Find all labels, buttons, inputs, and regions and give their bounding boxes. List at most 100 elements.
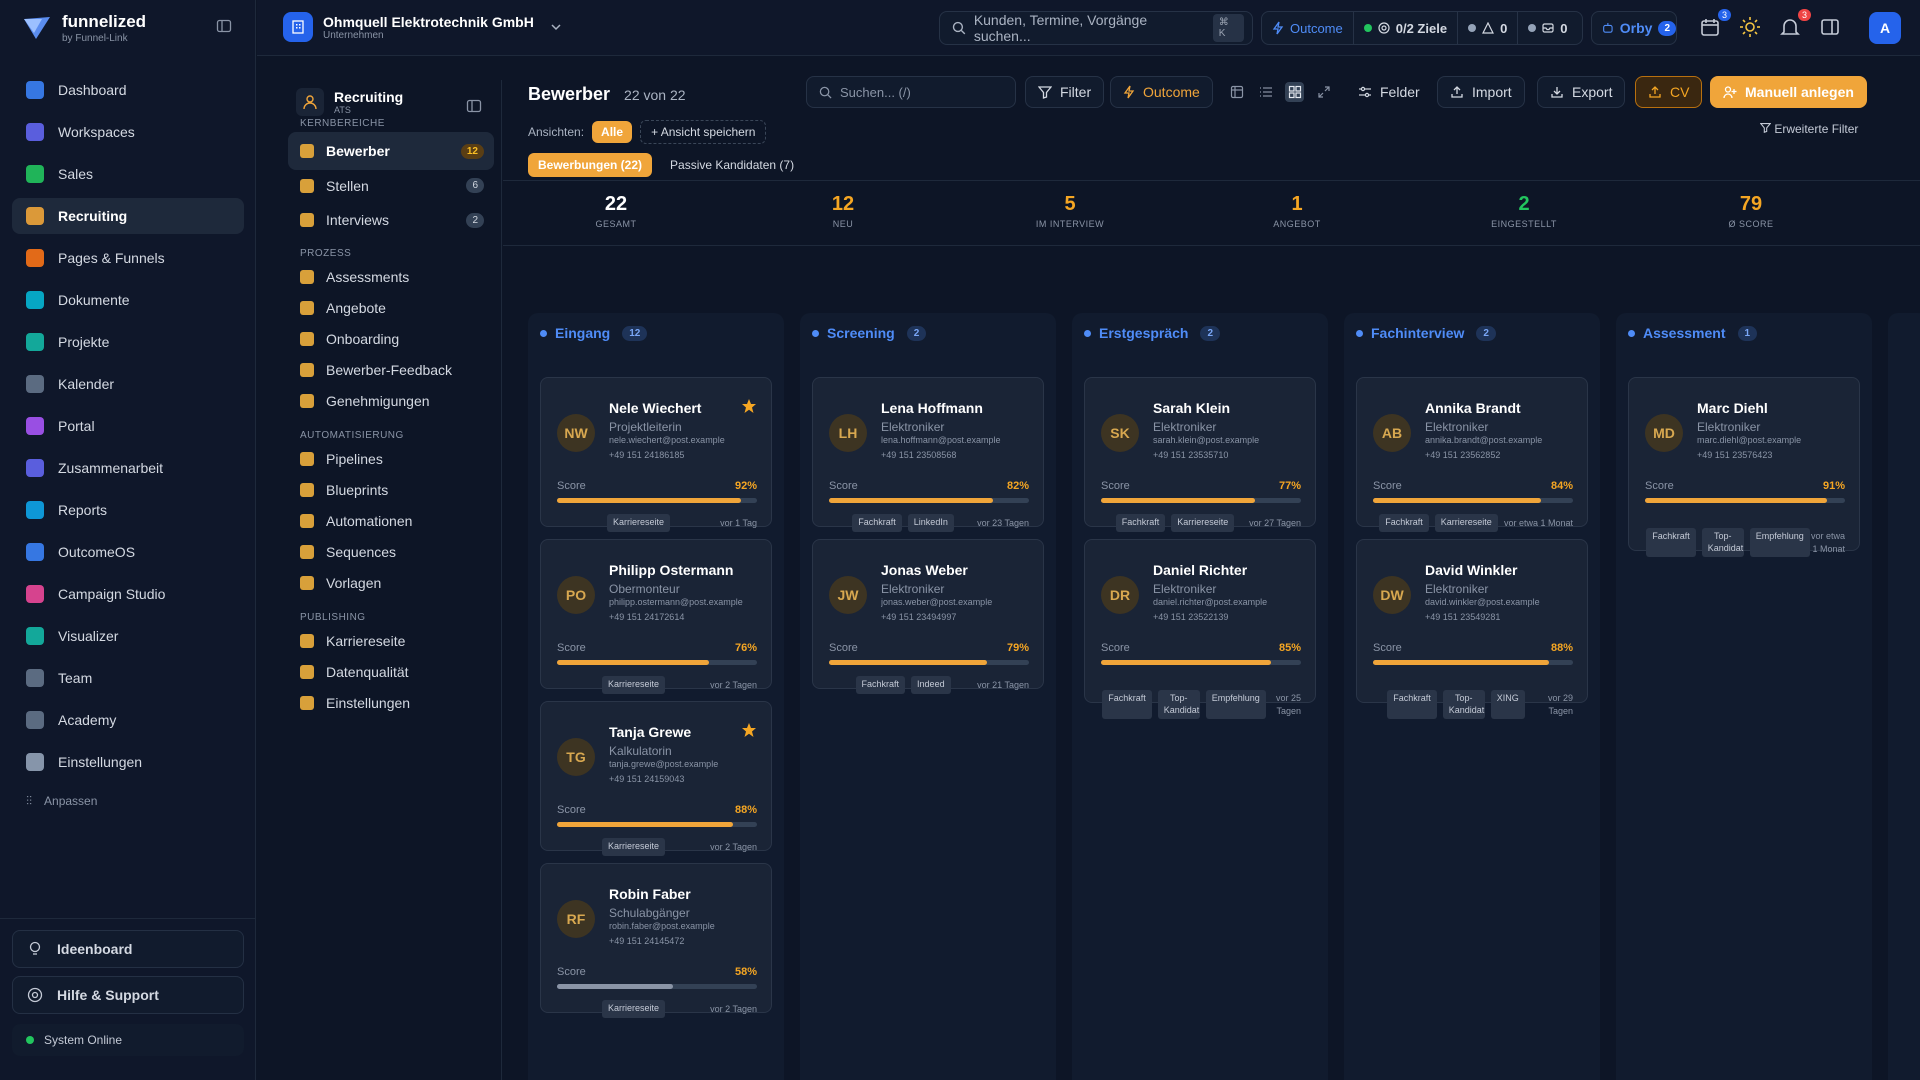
sidebar-item-sales[interactable]: Sales: [12, 156, 244, 192]
sidebar-item-zusammenarbeit[interactable]: Zusammenarbeit: [12, 450, 244, 486]
applicant-card[interactable]: TG Tanja Grewe Kalkulatorin tanja.grewe@pos…: [540, 701, 772, 856]
brand[interactable]: funnelized by Funnel-Link: [22, 10, 146, 46]
tag[interactable]: Karriereseite: [602, 838, 666, 856]
tag[interactable]: Empfehlung: [1749, 528, 1810, 558]
sidebar-item-projekte[interactable]: Projekte: [12, 324, 244, 360]
bell-icon[interactable]: [1779, 16, 1801, 38]
calendar-icon[interactable]: [1699, 16, 1721, 38]
applicant-name[interactable]: Philipp Ostermann: [609, 562, 733, 578]
tag[interactable]: Karriereseite: [607, 514, 671, 532]
tag[interactable]: Karriereseite: [602, 1000, 666, 1018]
cv-upload-button[interactable]: CV: [1635, 76, 1703, 108]
sidebar-item-einstellungen[interactable]: Einstellungen: [12, 744, 244, 780]
messages-button[interactable]: 0: [1518, 12, 1577, 44]
export-button[interactable]: Export: [1537, 76, 1626, 108]
create-applicant-button[interactable]: Manuell anlegen: [1710, 76, 1867, 108]
tab-passive-candidates[interactable]: Passive Kandidaten (7): [660, 153, 804, 177]
sidebar-item-recruiting[interactable]: Recruiting: [12, 198, 244, 234]
applicant-name[interactable]: Sarah Klein: [1153, 400, 1230, 416]
tab-applications[interactable]: Bewerbungen (22): [528, 153, 653, 177]
applicant-name[interactable]: David Winkler: [1425, 562, 1517, 578]
applicant-name[interactable]: Annika Brandt: [1425, 400, 1521, 416]
applicant-name[interactable]: Daniel Richter: [1153, 562, 1247, 578]
applicant-card[interactable]: AB Annika Brandt Elektroniker annika.brandt…: [1356, 377, 1588, 532]
sidebar-item-visualizer[interactable]: Visualizer: [12, 618, 244, 654]
view-all-pill[interactable]: Alle: [592, 121, 633, 143]
applicant-name[interactable]: Tanja Grewe: [609, 724, 691, 740]
tag[interactable]: Karriereseite: [602, 676, 666, 694]
column-header[interactable]: Screening 2: [812, 325, 927, 341]
sun-icon[interactable]: [1739, 16, 1761, 38]
applicant-card[interactable]: DW David Winkler Elektroniker david.winkler…: [1356, 539, 1588, 720]
applicant-name[interactable]: Marc Diehl: [1697, 400, 1768, 416]
tag[interactable]: XING: [1490, 690, 1525, 720]
tag[interactable]: Fachkraft: [1102, 690, 1152, 720]
sidebar-item-dashboard[interactable]: Dashboard: [12, 72, 244, 108]
tag[interactable]: LinkedIn: [907, 514, 954, 532]
sidebar-item-team[interactable]: Team: [12, 660, 244, 696]
applicant-card[interactable]: MD Marc Diehl Elektroniker marc.diehl@post.…: [1628, 377, 1860, 558]
star-icon[interactable]: [741, 722, 757, 738]
applicant-name[interactable]: Lena Hoffmann: [881, 400, 983, 416]
tag[interactable]: Karriereseite: [1434, 514, 1498, 532]
applicant-name[interactable]: Robin Faber: [609, 886, 691, 902]
subnav-item-vorlagen[interactable]: Vorlagen: [288, 564, 494, 602]
alerts-button[interactable]: 0: [1458, 12, 1519, 44]
subnav-item-stellen[interactable]: Stellen 6: [288, 167, 494, 205]
sidebar-item-portal[interactable]: Portal: [12, 408, 244, 444]
tag[interactable]: Top-Kandidat: [1157, 690, 1200, 720]
goals-button[interactable]: 0/2 Ziele: [1354, 12, 1459, 44]
applicant-name[interactable]: Jonas Weber: [881, 562, 968, 578]
tag[interactable]: Indeed: [911, 676, 951, 694]
sidebar-collapse-icon[interactable]: [216, 18, 232, 34]
sidebar-item-academy[interactable]: Academy: [12, 702, 244, 738]
applicant-card[interactable]: PO Philipp Ostermann Obermonteur philipp.os…: [540, 539, 772, 694]
column-header[interactable]: Eingang 12: [540, 325, 648, 341]
sidebar-item-workspaces[interactable]: Workspaces: [12, 114, 244, 150]
applicant-name[interactable]: Nele Wiechert: [609, 400, 701, 416]
subnav-item-genehmigungen[interactable]: Genehmigungen: [288, 382, 494, 420]
star-icon[interactable]: [741, 398, 757, 414]
fields-button[interactable]: Felder: [1346, 76, 1432, 108]
tag[interactable]: Top-Kandidat: [1442, 690, 1485, 720]
list-view-icon[interactable]: [1256, 82, 1275, 102]
subnav-item-einstellungen[interactable]: Einstellungen: [288, 684, 494, 722]
sidebar-item-dokumente[interactable]: Dokumente: [12, 282, 244, 318]
applicant-card[interactable]: SK Sarah Klein Elektroniker sarah.klein@pos…: [1084, 377, 1316, 532]
tag[interactable]: Fachkraft: [1115, 514, 1166, 532]
kanban-view-icon[interactable]: [1285, 82, 1304, 102]
ideaboard-button[interactable]: Ideenboard: [12, 930, 244, 968]
outcome-button[interactable]: Outcome: [1262, 12, 1354, 44]
column-header[interactable]: Assessment 1: [1628, 325, 1758, 341]
save-view-button[interactable]: + Ansicht speichern: [640, 120, 767, 144]
tag[interactable]: Fachkraft: [1379, 514, 1429, 532]
sidebar-item-pages-funnels[interactable]: Pages & Funnels: [12, 240, 244, 276]
column-header[interactable]: Fachinterview 2: [1356, 325, 1496, 341]
customize-button[interactable]: ⫶⫶ Anpassen: [12, 786, 244, 816]
column-header[interactable]: Erstgespräch 2: [1084, 325, 1221, 341]
company-switcher[interactable]: Ohmquell Elektrotechnik GmbH Unternehmen: [283, 12, 562, 42]
help-support-button[interactable]: Hilfe & Support: [12, 976, 244, 1014]
expand-icon[interactable]: [1314, 82, 1333, 102]
applicant-card[interactable]: NW Nele Wiechert Projektleiterin nele.wiech…: [540, 377, 772, 532]
subnav-item-bewerber[interactable]: Bewerber 12: [288, 132, 494, 170]
applicant-card[interactable]: DR Daniel Richter Elektroniker daniel.richt…: [1084, 539, 1316, 720]
subnav-item-interviews[interactable]: Interviews 2: [288, 201, 494, 239]
import-button[interactable]: Import: [1437, 76, 1525, 108]
orby-button[interactable]: Orby 2: [1591, 11, 1677, 45]
sidebar-item-campaign-studio[interactable]: Campaign Studio: [12, 576, 244, 612]
applicant-search-input[interactable]: Suchen... (/): [806, 76, 1016, 108]
global-search-input[interactable]: Kunden, Termine, Vorgänge suchen... ⌘ K: [939, 11, 1253, 45]
applicant-card[interactable]: LH Lena Hoffmann Elektroniker lena.hoffmann…: [812, 377, 1044, 532]
sidebar-item-reports[interactable]: Reports: [12, 492, 244, 528]
tag[interactable]: Fachkraft: [852, 514, 902, 532]
sidebar-item-outcomeos[interactable]: OutcomeOS: [12, 534, 244, 570]
advanced-filter-button[interactable]: Erweiterte Filter: [1759, 122, 1858, 136]
sidebar-item-kalender[interactable]: Kalender: [12, 366, 244, 402]
tag[interactable]: Empfehlung: [1205, 690, 1266, 720]
panel-toggle-icon[interactable]: [1819, 16, 1841, 38]
applicant-card[interactable]: JW Jonas Weber Elektroniker jonas.weber@pos…: [812, 539, 1044, 694]
filter-button[interactable]: Filter: [1025, 76, 1105, 108]
tag[interactable]: Top-Kandidat: [1701, 528, 1744, 558]
tag[interactable]: Fachkraft: [855, 676, 906, 694]
